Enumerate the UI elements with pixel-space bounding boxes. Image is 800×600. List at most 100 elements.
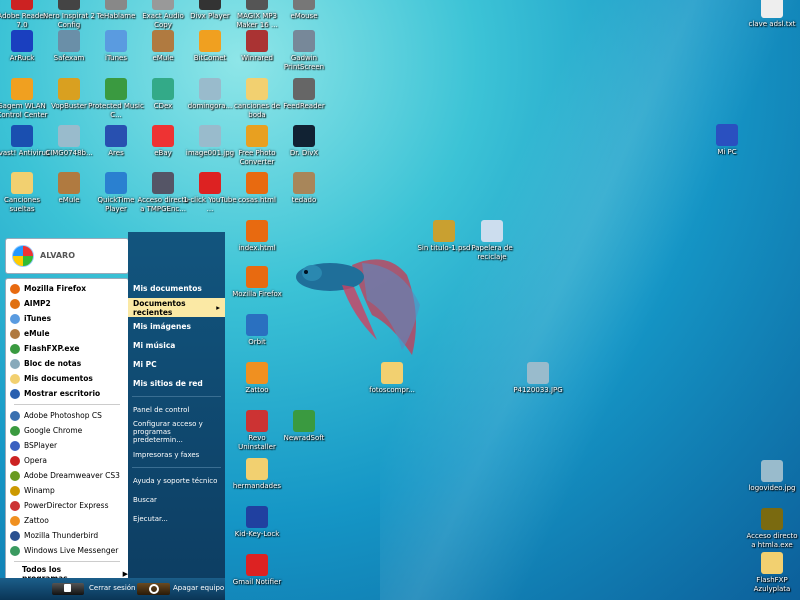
- start-menu-item[interactable]: PowerDirector Express: [6, 498, 128, 513]
- start-menu-item-label: Adobe Photoshop CS: [24, 411, 102, 420]
- feedreader-icon: [293, 78, 315, 100]
- folder-icon: [10, 373, 20, 384]
- desktop-icon[interactable]: Dr. DivX: [276, 125, 332, 158]
- app-icon: [105, 0, 127, 10]
- cdex-icon: [152, 78, 174, 100]
- desktop-icon[interactable]: Mi PC: [699, 124, 755, 157]
- desktop-icon: [10, 388, 20, 399]
- shutdown-button[interactable]: [137, 583, 170, 595]
- start-menu-item[interactable]: Bloc de notas: [6, 356, 128, 371]
- start-menu-item[interactable]: AIMP2: [6, 296, 128, 311]
- start-menu-item-label: eMule: [24, 329, 50, 338]
- start-menu-item[interactable]: Mozilla Thunderbird: [6, 528, 128, 543]
- start-menu-item[interactable]: Zattoo: [6, 513, 128, 528]
- start-menu-item[interactable]: Winamp: [6, 483, 128, 498]
- logoff-button[interactable]: [52, 583, 84, 595]
- desktop-icon-label: Gadwin PrintScreen: [283, 54, 325, 71]
- desktop-icon[interactable]: FlashFXP Azulyplata: [744, 552, 800, 594]
- start-menu-item[interactable]: Windows Live Messenger: [6, 543, 128, 558]
- start-menu-item[interactable]: eMule: [6, 326, 128, 341]
- start-menu-place[interactable]: Mi música: [128, 336, 225, 355]
- desktop-icon[interactable]: Orbit: [229, 314, 285, 347]
- desktop-icon[interactable]: Mozilla Firefox: [229, 266, 285, 299]
- shutdown-label[interactable]: Apagar equipo: [173, 584, 224, 592]
- start-menu-item[interactable]: Google Chrome: [6, 423, 128, 438]
- start-menu-place-label: Mi música: [133, 341, 176, 350]
- tmpgenc-icon: [152, 172, 174, 194]
- start-menu-item[interactable]: iTunes: [6, 311, 128, 326]
- desktop-icon[interactable]: eMouse: [276, 0, 332, 21]
- desktop-icon[interactable]: Gmail Notifier: [229, 554, 285, 587]
- zattoo-icon: [246, 362, 268, 384]
- start-menu-place-label: Ejecutar...: [133, 514, 168, 523]
- key-lock-icon: [246, 506, 268, 528]
- start-menu-item[interactable]: Adobe Photoshop CS: [6, 408, 128, 423]
- desktop-icon[interactable]: P4120033.JPG: [510, 362, 566, 395]
- start-menu-place[interactable]: Ayuda y soporte técnico: [128, 471, 225, 490]
- mouse-icon: [293, 0, 315, 10]
- start-menu-place[interactable]: Ejecutar...: [128, 509, 225, 528]
- desktop-icon[interactable]: Gadwin PrintScreen: [276, 30, 332, 72]
- start-menu-places: Mis documentos Documentos recientes ▸ Mis i…: [128, 232, 225, 580]
- start-menu-place[interactable]: Mis imágenes: [128, 317, 225, 336]
- desktop-icon-label: FeedReader: [283, 102, 325, 110]
- image-file-icon: [527, 362, 549, 384]
- start-menu-place[interactable]: Mis documentos: [128, 279, 225, 298]
- start-menu-item-label: BSPlayer: [24, 441, 58, 450]
- start-menu-place[interactable]: Mis sitios de red: [128, 374, 225, 393]
- desktop-icon[interactable]: NewradSoft: [276, 410, 332, 443]
- photoshop-icon: [10, 410, 20, 421]
- desktop-icon[interactable]: Papelera de reciclaje: [464, 220, 520, 262]
- start-menu-item-label: PowerDirector Express: [24, 501, 109, 510]
- desktop-icon[interactable]: Acceso directo a htmla.exe: [744, 508, 800, 550]
- start-menu-place[interactable]: Impresoras y faxes: [128, 445, 225, 464]
- desktop-icon-label: eMouse: [290, 12, 318, 20]
- start-menu-place[interactable]: Documentos recientes ▸: [128, 298, 225, 317]
- start-menu-item-label: AIMP2: [24, 299, 51, 308]
- start-menu-item[interactable]: Mozilla Firefox: [6, 281, 128, 296]
- start-menu-place[interactable]: Mi PC: [128, 355, 225, 374]
- desktop-icon[interactable]: Zattoo: [229, 362, 285, 395]
- desktop-icon-label: P4120033.JPG: [513, 386, 563, 394]
- printscreen-icon: [293, 30, 315, 52]
- start-menu-item-label: Bloc de notas: [24, 359, 82, 368]
- quicktime-icon: [105, 172, 127, 194]
- desktop-icon[interactable]: fotoscompr...: [364, 362, 420, 395]
- winrar-icon: [246, 30, 268, 52]
- start-menu-item[interactable]: Adobe Dreamweaver CS3: [6, 468, 128, 483]
- desktop-icon-label: index.html: [238, 244, 276, 252]
- image-file-icon: [58, 125, 80, 147]
- wlan-icon: [11, 78, 33, 100]
- computer-icon: [716, 124, 738, 146]
- start-menu-item[interactable]: Mostrar escritorio: [6, 386, 128, 401]
- start-menu-place[interactable]: Configurar acceso y programas predetermi…: [128, 419, 225, 445]
- start-menu-item[interactable]: BSPlayer: [6, 438, 128, 453]
- texture-icon: [293, 172, 315, 194]
- cd-icon: [152, 0, 174, 10]
- image-file-icon: [199, 78, 221, 100]
- desktop-icon[interactable]: clave adsl.txt: [744, 0, 800, 29]
- desktop-icon[interactable]: Kid-Key-Lock: [229, 506, 285, 539]
- nero-icon: [58, 0, 80, 10]
- start-menu-place[interactable]: Panel de control: [128, 400, 225, 419]
- folder-icon: [381, 362, 403, 384]
- desktop-icon[interactable]: FeedReader: [276, 78, 332, 111]
- desktop-icon-label: Kid-Key-Lock: [234, 530, 280, 538]
- start-menu-item[interactable]: Mis documentos: [6, 371, 128, 386]
- start-menu-item[interactable]: FlashFXP.exe: [6, 341, 128, 356]
- desktop-icon[interactable]: index.html: [229, 220, 285, 253]
- desktop-icon[interactable]: hermandades: [229, 458, 285, 491]
- lock-icon: [64, 584, 71, 592]
- start-menu-place[interactable]: Buscar: [128, 490, 225, 509]
- music-icon: [105, 78, 127, 100]
- psd-file-icon: [433, 220, 455, 242]
- desktop-icon[interactable]: logovideo.jpg: [744, 460, 800, 493]
- divider: [14, 561, 120, 562]
- power-icon: [149, 584, 159, 594]
- desktop-icon[interactable]: tedado: [276, 172, 332, 205]
- emule-icon: [152, 30, 174, 52]
- desktop-icon-label: fotoscompr...: [369, 386, 415, 394]
- logoff-label[interactable]: Cerrar sesión: [89, 584, 135, 592]
- start-menu-item-label: FlashFXP.exe: [24, 344, 80, 353]
- start-menu-item[interactable]: Opera: [6, 453, 128, 468]
